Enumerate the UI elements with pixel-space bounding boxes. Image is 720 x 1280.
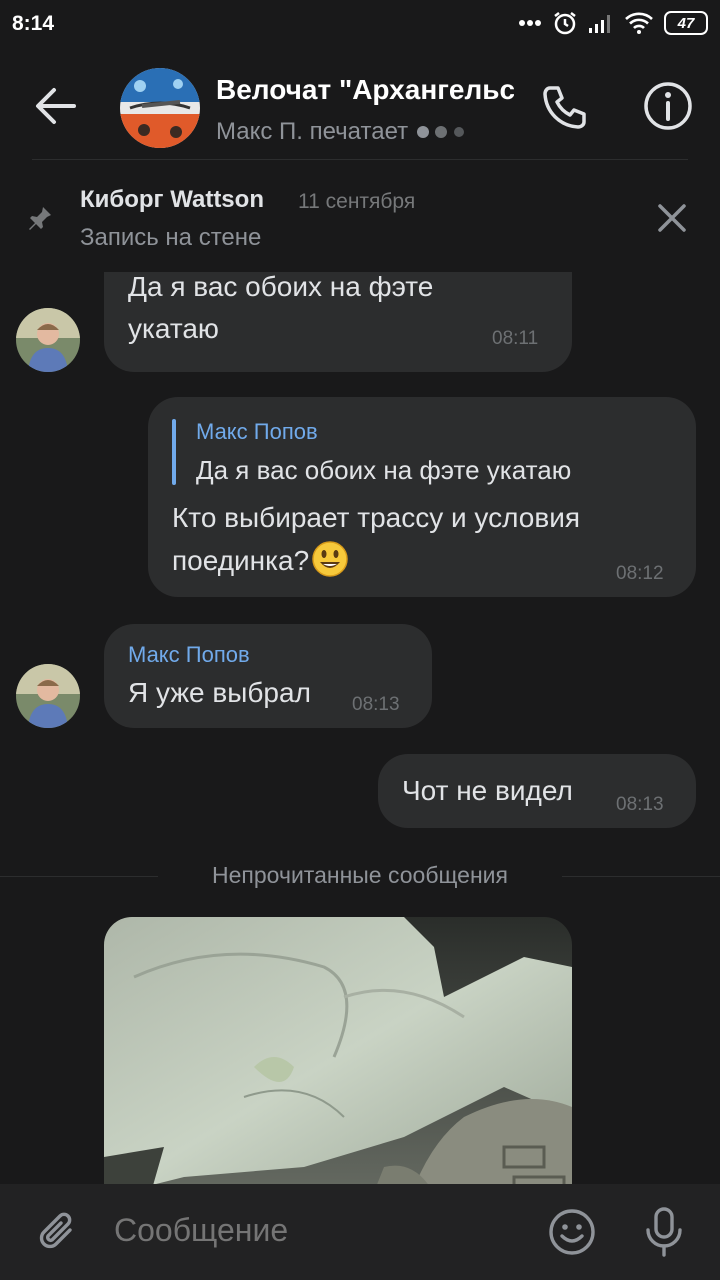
message-time: 08:13 xyxy=(352,694,400,715)
photo-message[interactable] xyxy=(104,917,572,1184)
sender-name[interactable]: Макс Попов xyxy=(128,642,250,668)
message-bubble-incoming[interactable]: Макс Попов Я уже выбрал 08:13 xyxy=(104,624,432,728)
sender-avatar[interactable] xyxy=(16,664,80,728)
chat-title[interactable]: Велочат "Архангельск" xyxy=(216,74,514,106)
message-text-line: Да я вас обоих на фэте xyxy=(128,272,434,302)
pin-icon xyxy=(29,207,51,230)
message-bubble-outgoing[interactable]: Чот не видел 08:13 xyxy=(378,754,696,828)
phone-icon[interactable] xyxy=(540,82,590,132)
message-composer xyxy=(0,1184,720,1280)
emoji-icon[interactable] xyxy=(548,1208,596,1256)
pinned-text: Запись на стене xyxy=(80,224,262,251)
microphone-icon[interactable] xyxy=(640,1206,688,1258)
typing-indicator xyxy=(416,118,470,146)
alarm-icon xyxy=(554,12,576,35)
header-divider xyxy=(32,159,688,160)
pinned-author: Киборг Wattson xyxy=(80,186,264,213)
battery-level: 47 xyxy=(677,14,695,32)
typing-dots-icon xyxy=(417,126,465,138)
message-input[interactable] xyxy=(114,1212,514,1249)
message-bubble-outgoing[interactable]: Макс Попов Да я вас обоих на фэте укатаю… xyxy=(148,397,696,597)
message-list[interactable]: Да я вас обоих на фэте укатаю 08:11 Макс… xyxy=(0,272,720,1184)
unread-separator: Непрочитанные сообщения xyxy=(0,862,720,890)
message-text: Я уже выбрал xyxy=(128,677,311,708)
chat-subtitle: Макс П. печатает xyxy=(216,118,470,146)
signal-icon xyxy=(589,15,610,33)
reply-bar xyxy=(172,419,176,485)
unread-line-right xyxy=(562,876,720,877)
chat-header: Велочат "Архангельск" Макс П. печатает xyxy=(0,56,720,160)
smile-emoji-icon xyxy=(312,541,348,577)
paperclip-icon[interactable] xyxy=(34,1208,82,1256)
message-text-line: поединка? xyxy=(172,540,349,582)
battery-icon: 47 xyxy=(664,11,708,35)
message-text-line: Кто выбирает трассу и условия xyxy=(172,502,580,533)
message-text-line: укатаю xyxy=(128,313,219,344)
chat-avatar-image xyxy=(120,68,200,148)
status-icons: 47 xyxy=(518,10,708,36)
message-time: 08:11 xyxy=(492,328,539,349)
info-icon[interactable] xyxy=(642,80,694,132)
message-text: Чот не видел xyxy=(402,775,573,806)
typing-status: Макс П. печатает xyxy=(216,118,409,145)
close-icon[interactable] xyxy=(652,198,692,238)
status-bar: 8:14 47 xyxy=(0,0,720,48)
message-time: 08:13 xyxy=(616,794,664,815)
reply-author[interactable]: Макс Попов xyxy=(196,419,318,445)
reply-text: Да я вас обоих на фэте укатаю xyxy=(196,455,572,485)
more-dots-icon xyxy=(519,20,541,26)
photo-image xyxy=(104,917,572,1184)
message-text-part: поединка? xyxy=(172,545,310,576)
chat-avatar[interactable] xyxy=(120,68,200,148)
message-time: 08:12 xyxy=(616,563,664,584)
sender-avatar-image xyxy=(16,308,80,372)
sender-avatar[interactable] xyxy=(16,308,80,372)
pinned-date: 11 сентября xyxy=(298,190,416,213)
message-bubble-incoming[interactable]: Да я вас обоих на фэте укатаю 08:11 xyxy=(104,272,572,372)
wifi-icon xyxy=(625,12,653,34)
pinned-message[interactable]: Киборг Wattson 11 сентября Запись на сте… xyxy=(0,162,720,272)
sender-avatar-image xyxy=(16,664,80,728)
status-time: 8:14 xyxy=(12,12,55,35)
back-arrow-icon[interactable] xyxy=(30,84,82,128)
